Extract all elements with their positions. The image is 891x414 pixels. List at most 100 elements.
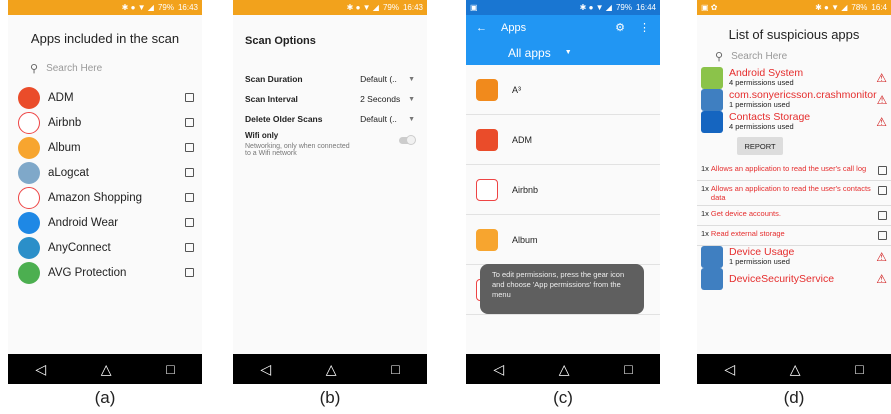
list-item[interactable]: AVG Protection xyxy=(8,260,202,285)
back-button[interactable]: ◁ xyxy=(35,361,46,378)
suspicious-app[interactable]: Contacts Storage 4 permissions used ⚠ xyxy=(697,111,891,133)
checkbox[interactable] xyxy=(185,193,194,202)
suspicious-app[interactable]: Android System 4 permissions used ⚠ xyxy=(697,67,891,89)
app-name: aLogcat xyxy=(48,166,89,179)
filter-dropdown[interactable]: All apps xyxy=(508,46,551,60)
caption-d: (d) xyxy=(783,388,805,407)
caption-a: (a) xyxy=(94,388,116,407)
more-icon[interactable]: ⋮ xyxy=(639,21,650,34)
app-icon xyxy=(701,111,723,133)
home-button[interactable]: △ xyxy=(559,361,570,378)
app-name: Contacts Storage xyxy=(729,111,811,123)
home-button[interactable]: △ xyxy=(790,361,801,378)
home-button[interactable]: △ xyxy=(101,361,112,378)
permissions-used: 1 permission used xyxy=(729,100,790,109)
checkbox[interactable] xyxy=(185,118,194,127)
search-input[interactable]: Search Here xyxy=(46,63,102,74)
app-name: ADM xyxy=(48,91,74,104)
app-name: Airbnb xyxy=(48,116,82,129)
list-item[interactable]: AnyConnect xyxy=(8,235,202,260)
list-item[interactable]: A³ xyxy=(466,65,660,115)
permission-row[interactable]: 1x Read external storage xyxy=(697,226,891,246)
app-text: com.sonyericsson.crashmonitor 1 permissio… xyxy=(729,89,877,109)
app-text: Device Usage 1 permission used xyxy=(729,247,876,266)
app-text: DeviceSecurityService xyxy=(729,272,876,285)
gear-icon[interactable]: ⚙ xyxy=(615,21,625,34)
checkbox[interactable] xyxy=(878,231,887,240)
recent-button[interactable]: □ xyxy=(624,361,632,377)
app-name: com.sonyericsson.crashmonitor xyxy=(729,89,877,101)
search-bar[interactable]: ⚲ Search Here xyxy=(715,50,891,63)
checkbox[interactable] xyxy=(185,243,194,252)
search-bar[interactable]: ⚲ Search Here xyxy=(30,62,202,75)
app-name: DeviceSecurityService xyxy=(729,272,835,285)
app-text: Contacts Storage 4 permissions used xyxy=(729,111,876,131)
status-bar: ✱ ● ▼ ◢ 79% 16:43 xyxy=(233,0,427,15)
permission-row[interactable]: 1x Get device accounts. xyxy=(697,206,891,226)
list-item[interactable]: ADM xyxy=(8,85,202,110)
suspicious-app[interactable]: com.sonyericsson.crashmonitor 1 permissio… xyxy=(697,89,891,111)
list-item[interactable]: Airbnb xyxy=(466,165,660,215)
suspicious-app[interactable]: Device Usage 1 permission used ⚠ xyxy=(697,246,891,268)
option-row[interactable]: Scan Interval 2 Seconds ▼ xyxy=(233,89,427,109)
permission-text: Read external storage xyxy=(710,229,785,238)
app-icon xyxy=(18,186,40,209)
screen-d: ▣ ✿ ✱ ● ▼ ◢ 78% 16:4 List of suspicious app… xyxy=(697,0,891,384)
checkbox[interactable] xyxy=(878,166,887,175)
screen-c: ▣ ✱ ● ▼ ◢ 79% 16:44 ← Apps ⚙ ⋮ All apps ▼ A³ ADM… xyxy=(466,0,660,384)
permission-row[interactable]: 1x Allows an application to read the user… xyxy=(697,161,891,181)
list-item[interactable]: Amazon Shopping xyxy=(8,185,202,210)
wifi-toggle[interactable] xyxy=(399,135,416,145)
option-value[interactable]: 2 Seconds xyxy=(360,94,408,104)
checkbox[interactable] xyxy=(185,218,194,227)
permission-count: 1x xyxy=(701,229,709,238)
app-icon xyxy=(476,78,498,101)
suspicious-list: Android System 4 permissions used ⚠ com.son… xyxy=(697,67,891,133)
list-item[interactable]: aLogcat xyxy=(8,160,202,185)
permission-list: 1x Allows an application to read the user… xyxy=(697,161,891,246)
search-input[interactable]: Search Here xyxy=(731,51,787,62)
option-row[interactable]: Scan Duration Default (.. ▼ xyxy=(233,69,427,89)
option-row[interactable]: Delete Older Scans Default (.. ▼ xyxy=(233,109,427,129)
option-value[interactable]: Default (.. xyxy=(360,74,408,84)
checkbox[interactable] xyxy=(185,93,194,102)
list-item[interactable]: Album xyxy=(466,215,660,265)
checkbox[interactable] xyxy=(185,143,194,152)
back-button[interactable]: ◁ xyxy=(724,361,735,378)
list-item[interactable]: ADM xyxy=(466,115,660,165)
recent-button[interactable]: □ xyxy=(855,361,863,377)
permission-text: Allows an application to read the user's… xyxy=(710,184,871,202)
suspicious-list-2: Device Usage 1 permission used ⚠ DeviceSecu… xyxy=(697,246,891,290)
recent-button[interactable]: □ xyxy=(166,361,174,377)
checkbox[interactable] xyxy=(185,168,194,177)
permission-row[interactable]: 1x Allows an application to read the user… xyxy=(697,181,891,206)
list-item[interactable]: Android Wear xyxy=(8,210,202,235)
warning-icon: ⚠ xyxy=(876,115,887,129)
checkbox[interactable] xyxy=(878,186,887,195)
back-button[interactable]: ◁ xyxy=(260,361,271,378)
app-icon xyxy=(18,86,40,109)
back-button[interactable]: ◁ xyxy=(493,361,504,378)
home-button[interactable]: △ xyxy=(326,361,337,378)
wifi-option[interactable]: Wifi only Networking, only when connected… xyxy=(233,131,427,157)
dropdown-arrow-icon[interactable]: ▼ xyxy=(408,76,415,83)
list-item[interactable]: Album xyxy=(8,135,202,160)
report-button[interactable]: REPORT xyxy=(737,137,783,155)
app-bar-title: Apps xyxy=(501,21,527,34)
dropdown-arrow-icon[interactable]: ▼ xyxy=(408,96,415,103)
checkbox[interactable] xyxy=(878,211,887,220)
checkbox[interactable] xyxy=(185,268,194,277)
option-value[interactable]: Default (.. xyxy=(360,114,408,124)
app-bar: ← Apps ⚙ ⋮ All apps ▼ xyxy=(466,15,660,65)
list-item[interactable]: Airbnb xyxy=(8,110,202,135)
wifi-desc: Networking, only when connected to a Wif… xyxy=(245,143,350,157)
app-list: ADM Airbnb Album aLogcat Amazon Shopping Andr… xyxy=(8,85,202,285)
search-icon: ⚲ xyxy=(30,63,39,75)
app-name: AnyConnect xyxy=(48,241,111,254)
suspicious-app[interactable]: DeviceSecurityService ⚠ xyxy=(697,268,891,290)
app-name: Android System xyxy=(729,67,804,79)
dropdown-arrow-icon[interactable]: ▼ xyxy=(408,116,415,123)
recent-button[interactable]: □ xyxy=(391,361,399,377)
back-arrow-icon[interactable]: ← xyxy=(476,22,487,34)
chevron-down-icon[interactable]: ▼ xyxy=(565,49,572,56)
